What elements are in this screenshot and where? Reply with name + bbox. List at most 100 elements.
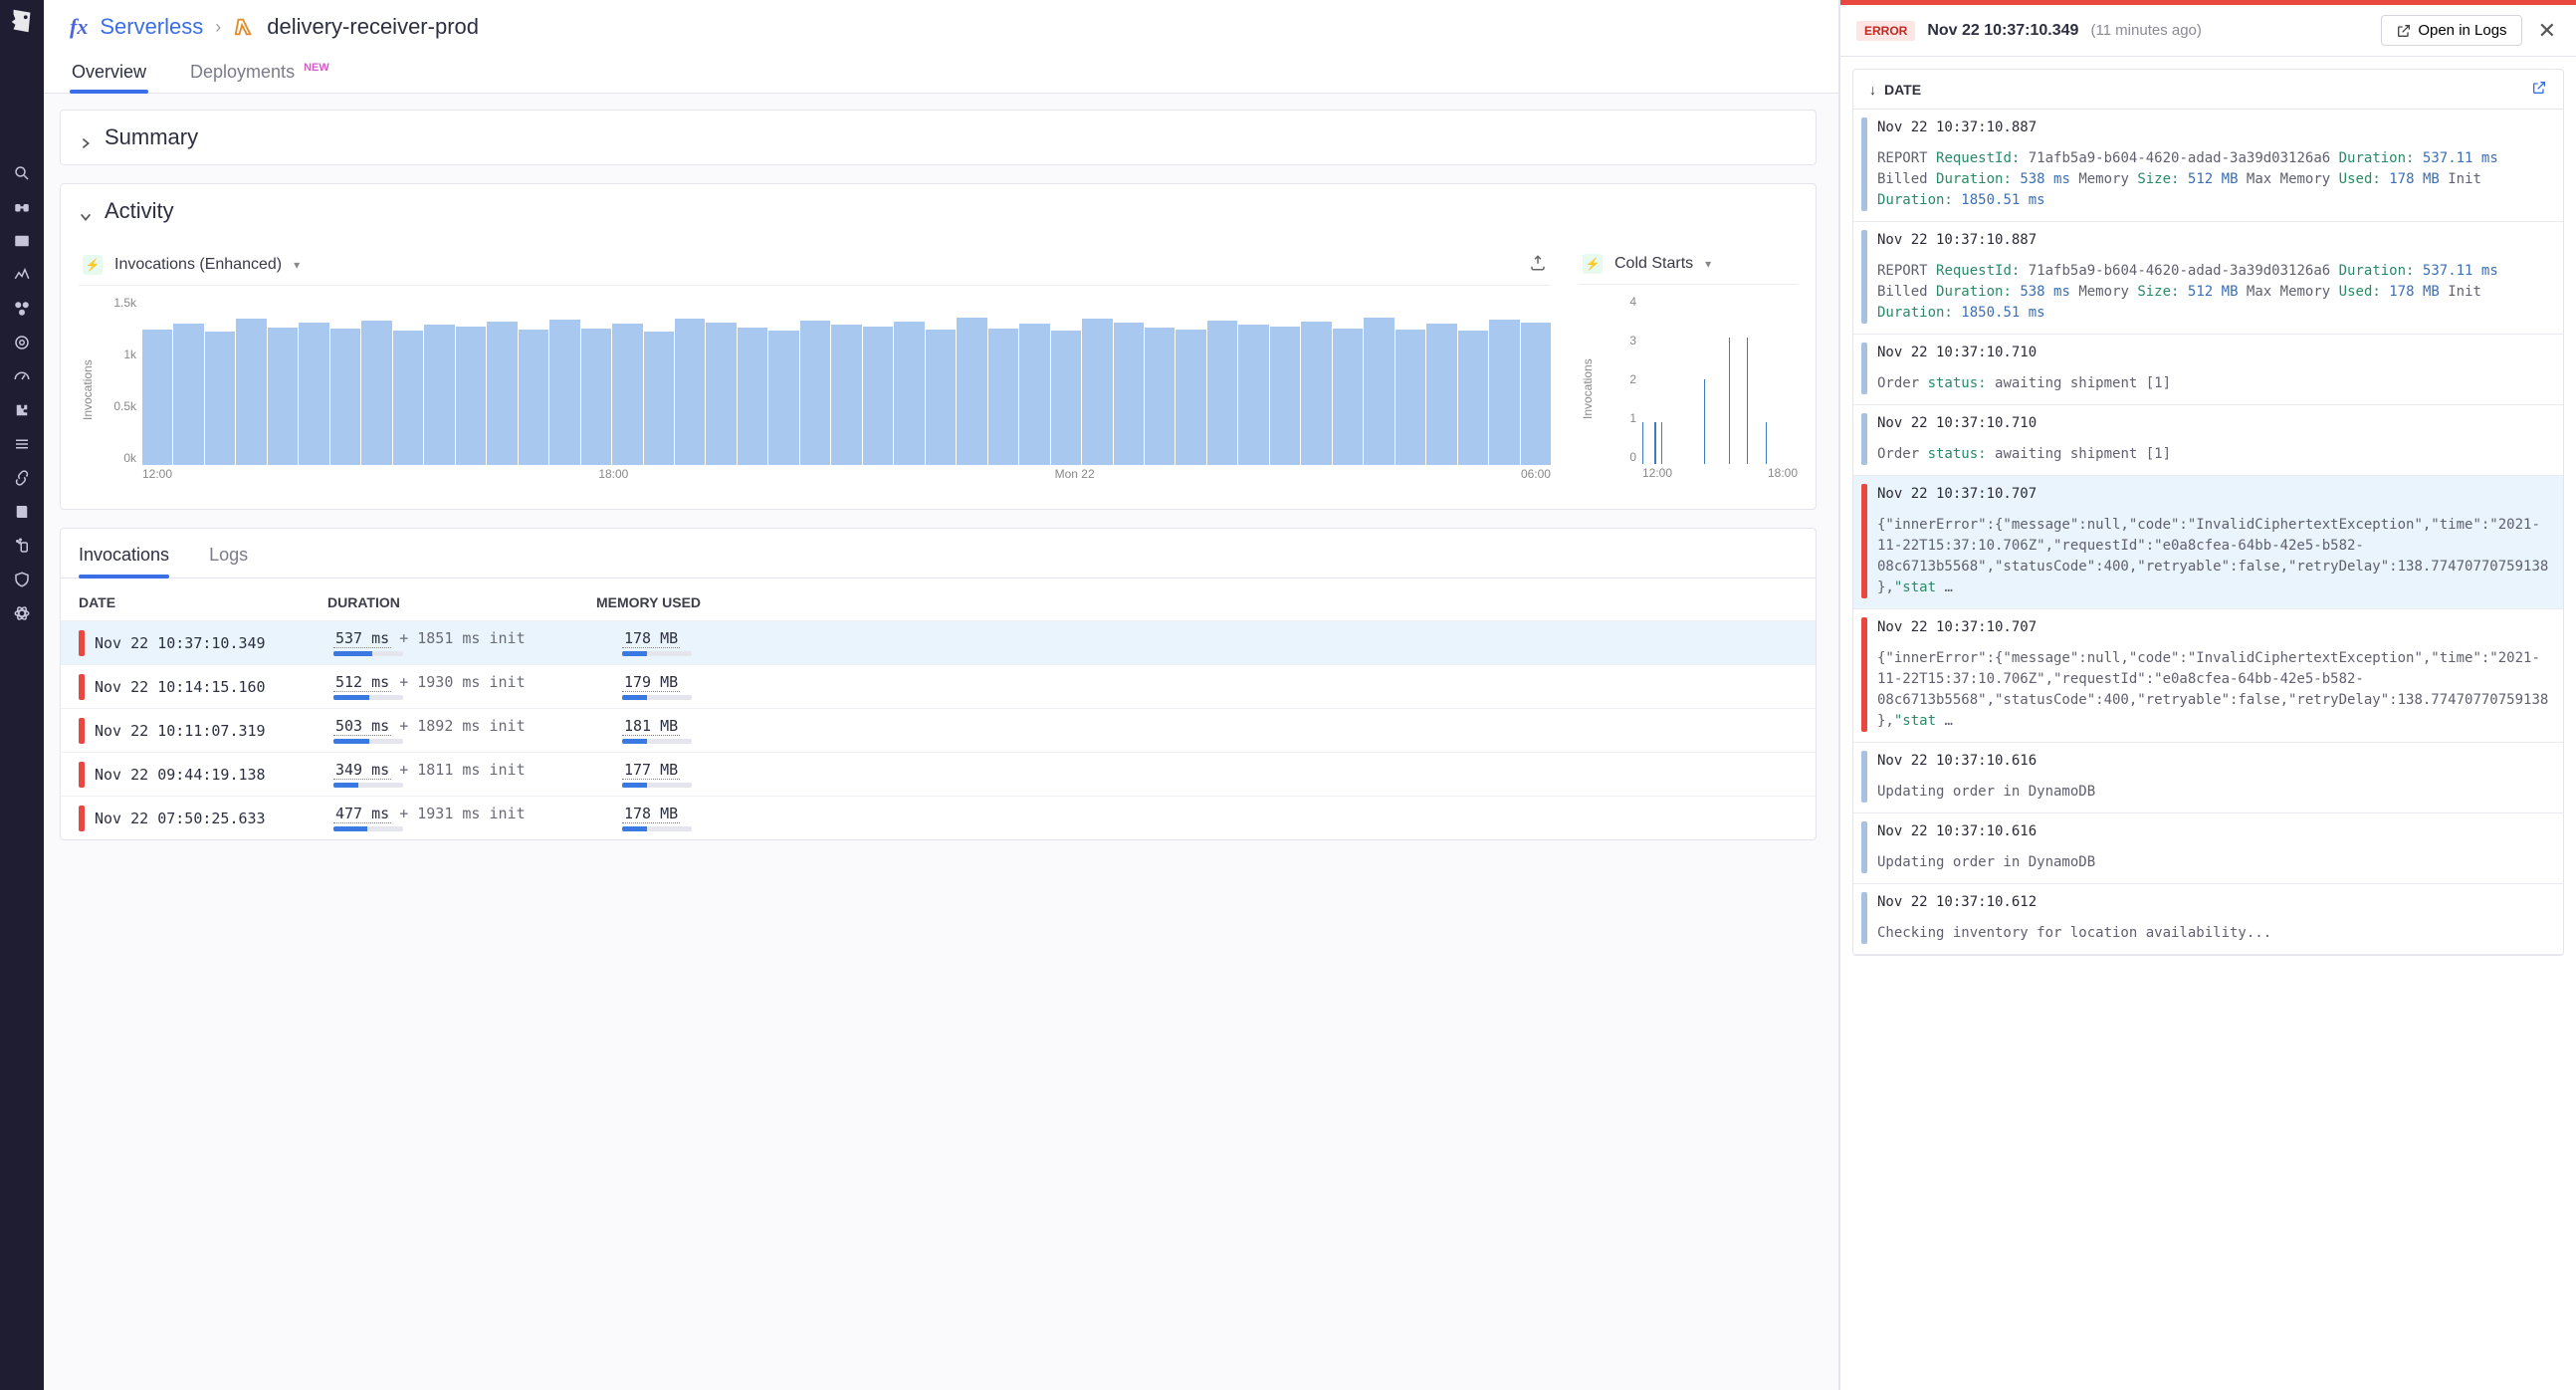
table-row[interactable]: Nov 22 10:14:15.160512 ms + 1930 ms init…	[61, 664, 1816, 708]
sort-arrow-icon[interactable]: ↓	[1869, 82, 1876, 98]
infrastructure-icon[interactable]	[12, 299, 32, 319]
binoculars-icon[interactable]	[12, 197, 32, 217]
log-message: REPORT RequestId: 71afb5a9-b604-4620-ada…	[1877, 261, 2549, 324]
row-duration: 512 ms	[333, 673, 391, 692]
summary-toggle[interactable]: Summary	[61, 111, 1816, 164]
popout-icon[interactable]	[2531, 80, 2547, 99]
external-link-icon	[2396, 23, 2412, 39]
table-row[interactable]: Nov 22 09:44:19.138349 ms + 1811 ms init…	[61, 752, 1816, 796]
target-icon[interactable]	[12, 333, 32, 352]
list-icon[interactable]	[12, 434, 32, 454]
top-tabs: Overview Deployments NEW	[70, 62, 1813, 93]
tab-deployments-label: Deployments	[190, 62, 295, 82]
open-in-logs-button[interactable]: Open in Logs	[2381, 15, 2521, 46]
lambda-icon	[233, 16, 255, 38]
activity-toggle[interactable]: Activity	[61, 184, 1816, 238]
link-icon[interactable]	[12, 468, 32, 488]
log-entry[interactable]: Nov 22 10:37:10.710Order status: awaitin…	[1853, 405, 2563, 476]
detail-header: ERROR Nov 22 10:37:10.349 (11 minutes ag…	[1840, 5, 2576, 57]
col-date: DATE	[79, 594, 327, 610]
log-level-chip	[1861, 230, 1867, 324]
status-chip	[79, 806, 85, 831]
col-duration: DURATION	[327, 594, 596, 610]
summary-title: Summary	[105, 124, 198, 150]
function-overview-pane: fx Serverless › delivery-receiver-prod O…	[44, 0, 1839, 1390]
row-duration: 537 ms	[333, 629, 391, 648]
chart1-ylabel: Invocations	[79, 296, 97, 485]
log-entry[interactable]: Nov 22 10:37:10.707{"innerError":{"messa…	[1853, 609, 2563, 743]
row-date: Nov 22 10:14:15.160	[95, 678, 333, 696]
chart1-xticks: 12:0018:00Mon 2206:00	[142, 467, 1551, 485]
invocations-subtabs: Invocations Logs	[61, 529, 1816, 579]
log-entry[interactable]: Nov 22 10:37:10.887 REPORT RequestId: 71a…	[1853, 110, 2563, 222]
duration-bar	[333, 695, 403, 700]
activity-title: Activity	[105, 198, 174, 224]
duration-bar	[333, 651, 403, 656]
detail-timestamp: Nov 22 10:37:10.349	[1927, 22, 2078, 40]
atom-icon[interactable]	[12, 603, 32, 623]
log-entry[interactable]: Nov 22 10:37:10.616Updating order in Dyn…	[1853, 813, 2563, 884]
memory-bar	[622, 826, 692, 831]
chart-cold-starts-title[interactable]: Cold Starts	[1614, 255, 1693, 273]
chart1-bars	[142, 296, 1551, 465]
gauge-icon[interactable]	[12, 366, 32, 386]
subtab-logs[interactable]: Logs	[209, 545, 248, 578]
log-timestamp: Nov 22 10:37:10.616	[1877, 821, 2549, 842]
log-entry[interactable]: Nov 22 10:37:10.616Updating order in Dyn…	[1853, 743, 2563, 813]
detail-ago: (11 minutes ago)	[2090, 22, 2201, 39]
bolt-icon: ⚡	[83, 255, 103, 275]
tab-deployments[interactable]: Deployments NEW	[188, 62, 331, 93]
log-timestamp: Nov 22 10:37:10.612	[1877, 892, 2549, 913]
status-chip	[79, 630, 85, 656]
activity-card: Activity ⚡ Invocations (Enhanced) ▾	[60, 183, 1817, 510]
log-message: Order status: awaiting shipment [1]	[1877, 373, 2549, 394]
row-date: Nov 22 07:50:25.633	[95, 810, 333, 827]
logs-date-header[interactable]: DATE	[1884, 82, 1921, 98]
summary-card: Summary	[60, 110, 1817, 165]
log-message: REPORT RequestId: 71afb5a9-b604-4620-ada…	[1877, 148, 2549, 211]
table-row[interactable]: Nov 22 10:11:07.319503 ms + 1892 ms init…	[61, 708, 1816, 752]
memory-bar	[622, 783, 692, 788]
tab-overview[interactable]: Overview	[70, 62, 148, 93]
log-entry[interactable]: Nov 22 10:37:10.612Checking inventory fo…	[1853, 884, 2563, 955]
puzzle-icon[interactable]	[12, 400, 32, 420]
book-icon[interactable]	[12, 502, 32, 522]
log-timestamp: Nov 22 10:37:10.887	[1877, 117, 2549, 138]
log-entry[interactable]: Nov 22 10:37:10.710Order status: awaitin…	[1853, 335, 2563, 405]
table-row[interactable]: Nov 22 07:50:25.633477 ms + 1931 ms init…	[61, 796, 1816, 839]
subtab-invocations[interactable]: Invocations	[79, 545, 169, 578]
dashboard-icon[interactable]	[12, 231, 32, 251]
row-init: + 1930 ms init	[399, 673, 525, 691]
close-icon[interactable]: ✕	[2534, 18, 2560, 44]
row-duration: 349 ms	[333, 761, 391, 780]
duration-bar	[333, 739, 403, 744]
export-icon[interactable]	[1529, 254, 1547, 275]
chevron-down-icon[interactable]: ▾	[1705, 257, 1711, 271]
function-name: delivery-receiver-prod	[267, 14, 479, 40]
memory-bar	[622, 695, 692, 700]
log-level-chip	[1861, 617, 1867, 732]
log-entry[interactable]: Nov 22 10:37:10.707{"innerError":{"messa…	[1853, 476, 2563, 609]
log-entry[interactable]: Nov 22 10:37:10.887 REPORT RequestId: 71a…	[1853, 222, 2563, 335]
chevron-right-icon: ›	[215, 17, 221, 38]
logs-card: ↓ DATE Nov 22 10:37:10.887 REPORT Request…	[1852, 69, 2564, 956]
log-level-chip	[1861, 117, 1867, 211]
log-message: Updating order in DynamoDB	[1877, 782, 2549, 803]
row-memory: 178 MB	[622, 805, 680, 823]
shield-icon[interactable]	[12, 570, 32, 589]
metrics-icon[interactable]	[12, 265, 32, 285]
table-row[interactable]: Nov 22 10:37:10.349537 ms + 1851 ms init…	[61, 620, 1816, 664]
breadcrumb-serverless-link[interactable]: Serverless	[100, 14, 203, 40]
datadog-logo-icon[interactable]	[7, 6, 37, 36]
chevron-right-icon	[79, 130, 93, 144]
chart2-yticks: 43210	[1597, 295, 1636, 464]
row-memory: 181 MB	[622, 717, 680, 736]
spray-icon[interactable]	[12, 536, 32, 556]
error-badge: ERROR	[1856, 21, 1915, 41]
log-timestamp: Nov 22 10:37:10.887	[1877, 230, 2549, 251]
search-icon[interactable]	[12, 163, 32, 183]
new-badge: NEW	[304, 62, 329, 74]
chart-invocations-title[interactable]: Invocations (Enhanced)	[114, 256, 282, 274]
log-level-chip	[1861, 413, 1867, 465]
chevron-down-icon[interactable]: ▾	[294, 258, 300, 272]
